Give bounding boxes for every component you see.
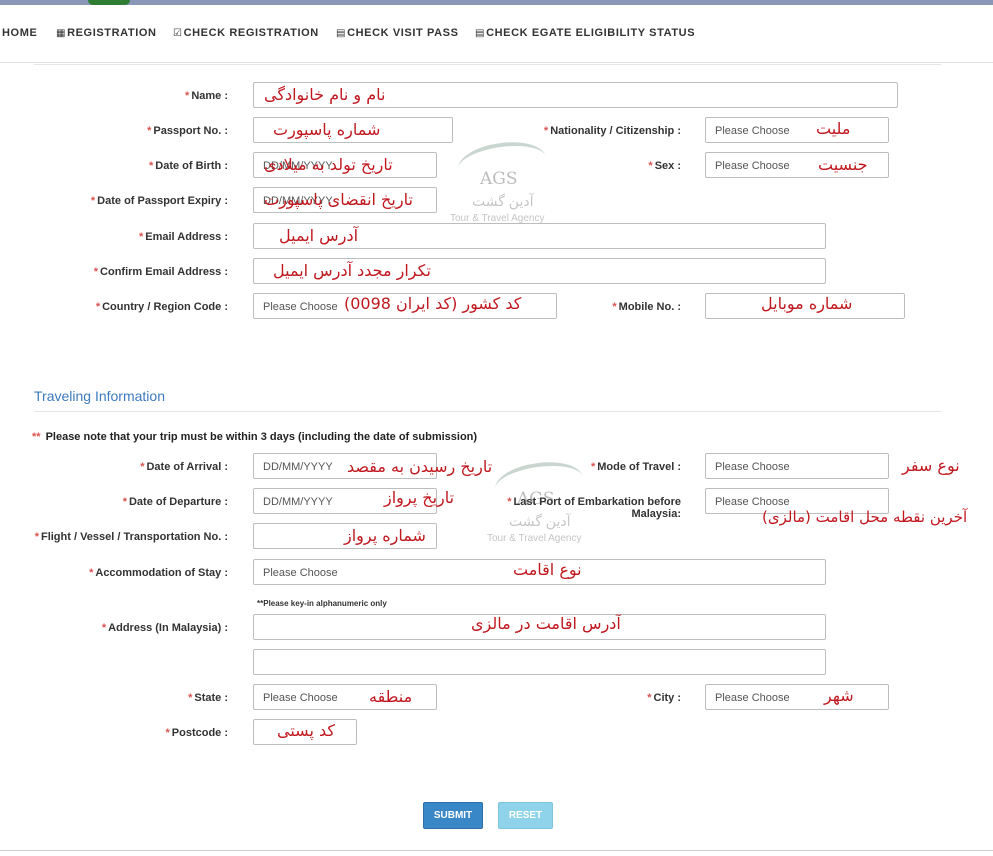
divider — [34, 64, 941, 65]
annotation-accommodation: نوع اقامت — [513, 560, 582, 579]
mobile-label: * Mobile No. : — [612, 301, 681, 313]
alphanumeric-note: **Please key-in alphanumeric only — [257, 599, 387, 608]
city-label: * City : — [647, 692, 681, 704]
address-line2-input[interactable] — [253, 649, 826, 675]
annotation-address: آدرس اقامت در مالزی — [471, 614, 621, 633]
divider — [34, 411, 941, 412]
annotation-expiry: تاریخ انقضای پاسپورت — [264, 190, 413, 209]
address-label: * Address (In Malaysia) : — [101, 622, 228, 634]
mode-label: * Mode of Travel : — [590, 461, 681, 473]
annotation-postcode: کد پستی — [277, 721, 335, 740]
dob-label: * Date of Birth : — [148, 160, 228, 172]
watermark-brand-fa: آدین گشت — [472, 193, 534, 209]
annotation-passport: شماره پاسپورت — [273, 120, 381, 139]
mode-select[interactable]: Please Choose — [705, 453, 889, 479]
nav-home[interactable]: HOME — [2, 27, 37, 39]
reset-button[interactable]: RESET — [498, 802, 553, 829]
annotation-arrival: تاریخ رسیدن به مقصد — [347, 457, 493, 476]
nationality-label: * Nationality / Citizenship : — [543, 125, 681, 137]
nav-check-egate-status[interactable]: ▤CHECK EGATE ELIGIBILITY STATUS — [475, 27, 695, 39]
annotation-departure: تاریخ پرواز — [384, 488, 455, 507]
sex-label: * Sex : — [648, 160, 681, 172]
annotation-sex: جنسیت — [818, 155, 868, 174]
passport-no-label: * Passport No. : — [147, 125, 228, 137]
passport-expiry-label: * Date of Passport Expiry : — [90, 195, 228, 207]
annotation-name: نام و نام خانوادگی — [264, 85, 386, 104]
annotation-mode: نوع سفر — [902, 456, 960, 475]
document-icon: ▤ — [475, 28, 486, 39]
annotation-mobile: شماره موبایل — [761, 294, 853, 313]
watermark-brand: AGS — [480, 169, 518, 189]
arrival-label: * Date of Arrival : — [140, 461, 228, 473]
last-port-label: * Last Port of Embarkation before Malaysia… — [507, 496, 681, 520]
state-label: * State : — [188, 692, 228, 704]
country-code-label: * Country / Region Code : — [95, 301, 228, 313]
annotation-nationality: ملیت — [816, 119, 851, 138]
document-icon: ▤ — [336, 28, 347, 39]
annotation-city: شهر — [824, 686, 854, 705]
annotation-country-code: کد کشور (کد ایران 0098) — [344, 294, 522, 313]
watermark-logo: AGS آدین گشت Tour & Travel Agency — [450, 137, 554, 233]
name-label: * Name : — [185, 90, 228, 102]
annotation-flight: شماره پرواز — [344, 526, 426, 545]
check-square-icon: ☑ — [173, 28, 183, 39]
list-icon: ▦ — [56, 28, 67, 39]
nav-check-registration[interactable]: ☑CHECK REGISTRATION — [173, 27, 319, 39]
nationality-select[interactable]: Please Choose — [705, 117, 889, 143]
nav-registration[interactable]: ▦REGISTRATION — [56, 27, 157, 39]
departure-label: * Date of Departure : — [122, 496, 228, 508]
email-label: * Email Address : — [138, 231, 228, 243]
annotation-email: آدرس ایمیل — [279, 226, 359, 245]
trip-note: ** Please note that your trip must be wit… — [32, 431, 478, 443]
annotation-dob: تاریخ تولد به میلادی — [264, 155, 393, 174]
postcode-label: * Postcode : — [165, 727, 228, 739]
nav-check-visit-pass[interactable]: ▤CHECK VISIT PASS — [336, 27, 459, 39]
confirm-email-label: * Confirm Email Address : — [93, 266, 228, 278]
flight-label: * Flight / Vessel / Transportation No. : — [34, 531, 228, 543]
footer-divider — [0, 850, 993, 851]
submit-button[interactable]: SUBMIT — [423, 802, 483, 829]
annotation-state: منطقه — [369, 687, 413, 706]
watermark-tagline: Tour & Travel Agency — [487, 533, 582, 544]
section-title: Traveling Information — [34, 388, 165, 404]
accommodation-label: * Accommodation of Stay : — [89, 567, 228, 579]
annotation-last-port: آخرین نقطه محل اقامت (مالزی) — [762, 508, 968, 526]
city-select[interactable]: Please Choose — [705, 684, 889, 710]
main-navigation: HOME ▦REGISTRATION ☑CHECK REGISTRATION ▤… — [0, 5, 993, 63]
annotation-confirm-email: تکرار مجدد آدرس ایمیل — [273, 261, 431, 280]
